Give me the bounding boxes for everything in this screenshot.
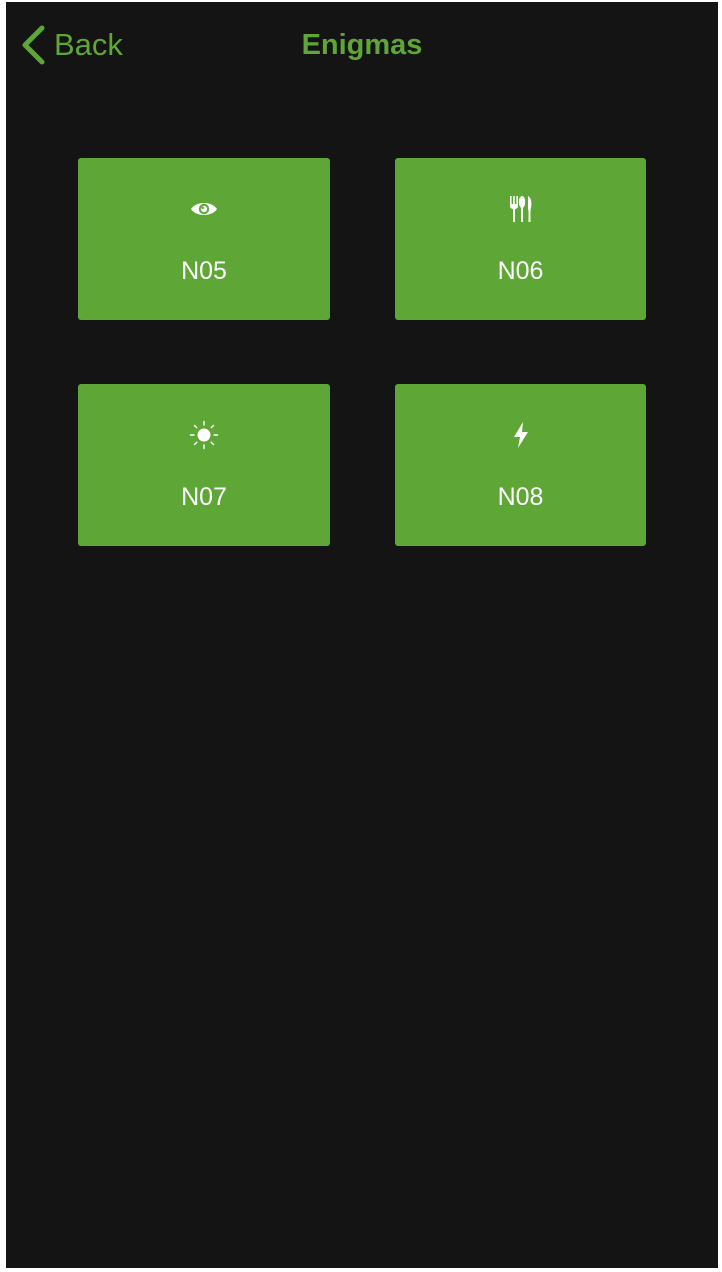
- lightning-bolt-icon: [513, 422, 528, 448]
- page-title: Enigmas: [301, 29, 423, 61]
- navigation-bar: Back Enigmas: [6, 2, 718, 86]
- eye-icon: [191, 203, 217, 215]
- tile-label: N06: [497, 257, 544, 285]
- tile-n05[interactable]: N05: [78, 158, 330, 320]
- tile-label: N05: [181, 257, 227, 285]
- tile-n06[interactable]: N06: [395, 158, 646, 320]
- tile-label: N08: [497, 483, 544, 511]
- tile-n08[interactable]: N08: [395, 384, 646, 546]
- sun-icon: [189, 420, 219, 450]
- enigmas-screen: Back Enigmas N05 N06 N07 N08: [6, 2, 718, 1268]
- tile-n07[interactable]: N07: [78, 384, 330, 546]
- tile-label: N07: [181, 483, 227, 511]
- cutlery-icon: [509, 196, 531, 222]
